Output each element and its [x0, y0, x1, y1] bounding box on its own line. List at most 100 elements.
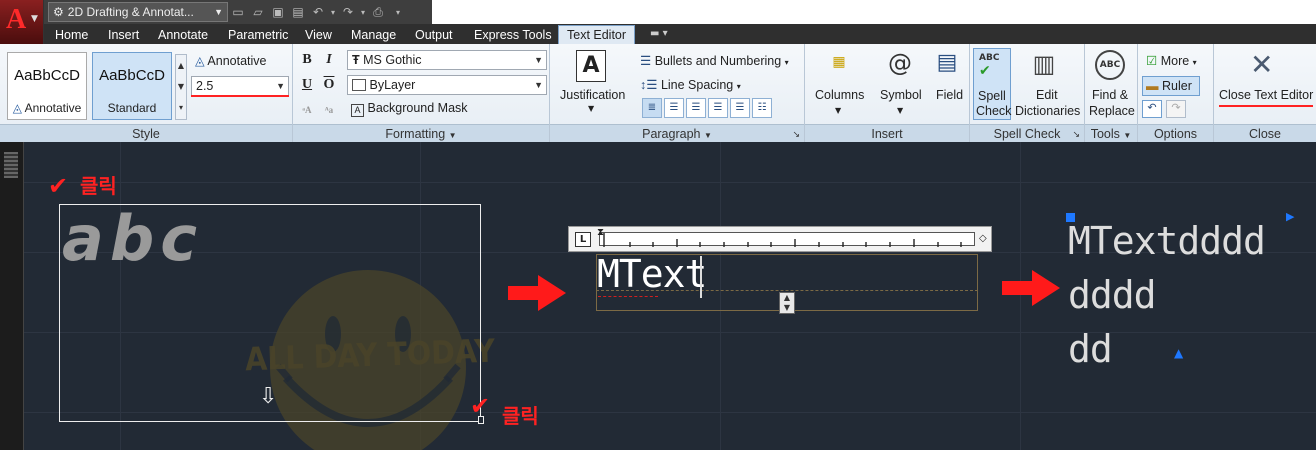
underline-button[interactable]: U — [297, 75, 317, 95]
ribbon-minimize-icon[interactable]: ▬ ▾ — [650, 28, 668, 39]
style-sample: AaBbCcD — [99, 67, 165, 84]
redo-dropdown-icon[interactable]: ▾ — [358, 8, 368, 17]
ruler-button[interactable]: ▬ Ruler — [1142, 76, 1200, 96]
tab-insert[interactable]: Insert — [108, 26, 139, 44]
customize-dropdown-icon[interactable]: ▾ — [388, 8, 408, 17]
save-as-icon[interactable]: ▤ — [288, 5, 308, 19]
undo-icon[interactable]: ↶ — [308, 5, 328, 19]
justification-icon: A — [576, 50, 606, 82]
open-folder-icon[interactable]: ▱ — [248, 5, 268, 19]
formatting-title: Formatting — [385, 127, 446, 141]
panel-title-formatting[interactable]: Formatting ▼ — [293, 124, 549, 142]
annotative-icon: ◬ — [195, 54, 205, 68]
text-height-combo[interactable]: 2.5 ▼ — [191, 76, 289, 96]
save-icon[interactable]: ▣ — [268, 5, 288, 19]
align-right-icon[interactable]: ☰ — [708, 98, 728, 118]
height-resize-handle[interactable]: ▲ ▼ — [779, 292, 795, 314]
style-scroll[interactable]: ▲ ▼ ▾ — [175, 54, 187, 120]
more-button[interactable]: ☑ More ▾ — [1146, 53, 1197, 68]
panel-title-spell-check[interactable]: Spell Check ↘ — [970, 124, 1084, 142]
field-button[interactable]: Field — [936, 88, 963, 102]
grip-arrow-right-icon[interactable]: ▶ — [1286, 210, 1294, 223]
plot-icon[interactable]: ⎙ — [368, 5, 388, 20]
grip-square-icon[interactable] — [1066, 213, 1075, 222]
style-name: Standard — [107, 101, 157, 115]
drawing-canvas[interactable]: ALL DAY TODAY abc ✔ 클릭 ✔ 클릭 ⇩ L ⧗ ◇ MTex… — [0, 142, 1316, 450]
panel-title-tools[interactable]: Tools ▼ — [1085, 124, 1137, 142]
spell-error-underline — [598, 296, 658, 297]
result-line: MTextdddd — [1068, 219, 1266, 263]
mtext-result: MTextdddd dddd dd — [1068, 214, 1266, 376]
panel-title-paragraph[interactable]: Paragraph ▼ ↘ — [550, 124, 804, 142]
align-justify-icon[interactable]: ☰ — [730, 98, 750, 118]
find-replace-line1[interactable]: Find & — [1092, 88, 1128, 102]
style-sample: AaBbCcD — [14, 67, 80, 84]
undo-icon[interactable]: ↶ — [1142, 100, 1162, 118]
background-mask-button[interactable]: A Background Mask — [351, 101, 468, 117]
style-name-text: Annotative — [24, 101, 82, 115]
application-menu-button[interactable]: A ▼ — [0, 0, 44, 44]
grid-line — [24, 182, 1316, 183]
align-default-icon[interactable]: ≣ — [642, 98, 662, 118]
style-standard[interactable]: AaBbCcD Standard — [92, 52, 172, 120]
find-replace-line2[interactable]: Replace — [1089, 104, 1135, 118]
dialog-launcher-icon[interactable]: ↘ — [1072, 125, 1080, 143]
spell-check-button[interactable]: ABC ✔ Spell Check — [973, 48, 1011, 120]
chevron-down-icon: ▾ — [1192, 58, 1197, 67]
tab-stop-button[interactable]: L — [575, 232, 591, 247]
tab-text-editor[interactable]: Text Editor — [558, 25, 636, 44]
tab-view[interactable]: View — [305, 26, 332, 44]
redo-icon[interactable]: ↷ — [1166, 100, 1186, 118]
line-spacing-icon: ↕☰ — [640, 78, 658, 92]
bold-button[interactable]: B — [297, 50, 317, 70]
spell-check-label-1: Spell — [978, 89, 1006, 103]
workspace-label: 2D Drafting & Annotat... — [67, 5, 194, 19]
ruler-label: Ruler — [1161, 79, 1192, 93]
annotative-icon: ◬ — [12, 101, 22, 115]
stack-icon[interactable]: ᵃA — [297, 100, 317, 120]
mtext-editing-text[interactable]: MText — [597, 252, 707, 296]
symbol-button[interactable]: Symbol — [880, 88, 922, 102]
undo-dropdown-icon[interactable]: ▾ — [328, 8, 338, 17]
color-combo[interactable]: ByLayer ▼ — [347, 75, 547, 95]
justification-button[interactable]: Justification — [560, 88, 625, 102]
tab-annotate[interactable]: Annotate — [158, 26, 208, 44]
edit-dictionaries-line2[interactable]: Dictionaries — [1015, 104, 1080, 118]
tab-parametric[interactable]: Parametric — [228, 26, 288, 44]
result-line: dddd — [1068, 273, 1157, 317]
align-center-icon[interactable]: ☰ — [686, 98, 706, 118]
style-annotative[interactable]: AaBbCcD ◬ Annotative — [7, 52, 87, 120]
bullets-numbering-button[interactable]: ☰ Bullets and Numbering ▾ — [640, 53, 789, 68]
italic-button[interactable]: I — [319, 50, 339, 70]
tab-express-tools[interactable]: Express Tools — [474, 26, 552, 44]
columns-icon: ▦ — [832, 54, 846, 70]
annotative-toggle[interactable]: ◬ Annotative — [195, 53, 267, 68]
color-value: ByLayer — [369, 78, 416, 92]
width-handle-icon[interactable]: ◇ — [979, 233, 987, 244]
new-file-icon[interactable]: ▭ — [228, 5, 248, 19]
line-spacing-button[interactable]: ↕☰ Line Spacing ▾ — [640, 77, 741, 92]
tab-home[interactable]: Home — [55, 26, 88, 44]
align-distribute-icon[interactable]: ☷ — [752, 98, 772, 118]
columns-button[interactable]: Columns — [815, 88, 864, 102]
tab-output[interactable]: Output — [415, 26, 453, 44]
chevron-down-icon: ▼ — [703, 131, 712, 140]
close-text-editor-button[interactable]: Close Text Editor — [1219, 88, 1313, 102]
grip-arrow-up-icon[interactable]: ▲ — [1174, 346, 1183, 360]
redo-icon[interactable]: ↷ — [338, 5, 358, 19]
close-icon: ✕ — [1250, 48, 1274, 81]
edit-dictionaries-line1[interactable]: Edit — [1036, 88, 1058, 102]
dialog-launcher-icon[interactable]: ↘ — [792, 125, 800, 143]
case-icon[interactable]: ᴬa — [319, 100, 339, 120]
indent-marker-icon[interactable]: ⧗ — [597, 227, 604, 238]
overline-button[interactable]: O — [319, 75, 339, 95]
grip-handle[interactable] — [4, 152, 18, 178]
text-ruler[interactable]: L ⧗ ◇ — [568, 226, 992, 252]
at-symbol-icon: @ — [888, 49, 912, 77]
bullets-icon: ☰ — [640, 54, 652, 68]
workspace-select[interactable]: ⚙ 2D Drafting & Annotat... ▼ — [48, 2, 228, 22]
tab-manage[interactable]: Manage — [351, 26, 396, 44]
align-left-icon[interactable]: ☰ — [664, 98, 684, 118]
font-combo[interactable]: Ŧ MS Gothic ▼ — [347, 50, 547, 70]
checkbox-icon: ☑ — [1146, 54, 1158, 68]
